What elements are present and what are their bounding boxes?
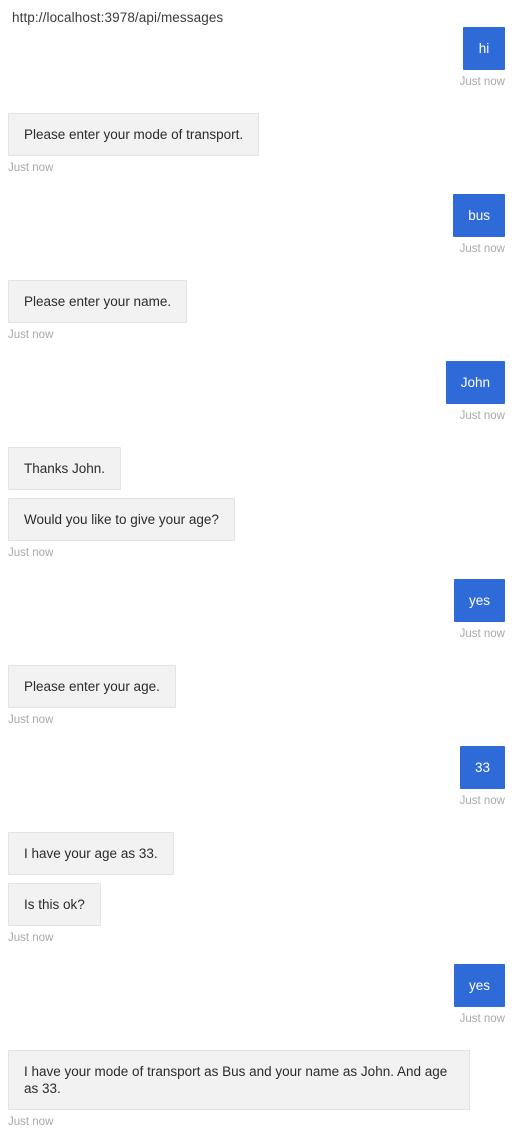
user-message-bubble[interactable]: bus	[453, 194, 505, 237]
endpoint-url-label: http://localhost:3978/api/messages	[12, 10, 224, 25]
bot-message-bubble[interactable]: I have your age as 33.	[8, 832, 174, 875]
bot-message-bubble[interactable]: I have your mode of transport as Bus and…	[8, 1050, 470, 1110]
user-turn: yes Just now	[0, 579, 513, 642]
message-timestamp: Just now	[459, 628, 505, 640]
turn-spacer	[0, 176, 513, 194]
turn-spacer	[0, 809, 513, 832]
bot-message-bubble[interactable]: Would you like to give your age?	[8, 498, 235, 541]
turn-spacer	[0, 343, 513, 361]
bot-turn: I have your age as 33. Is this ok? Just no…	[0, 832, 513, 946]
message-row: Thanks John.	[8, 447, 513, 490]
message-timestamp: Just now	[8, 162, 54, 174]
turn-spacer	[0, 728, 513, 746]
turn-spacer	[0, 1130, 513, 1148]
user-message-bubble[interactable]: yes	[453, 964, 505, 1007]
message-timestamp: Just now	[8, 1116, 54, 1128]
message-timestamp: Just now	[8, 329, 54, 341]
turn-spacer	[0, 1027, 513, 1050]
message-row: John	[0, 361, 505, 404]
message-timestamp: Just now	[8, 547, 54, 559]
message-row: bus	[0, 194, 505, 237]
user-message-bubble[interactable]: yes	[453, 579, 505, 622]
message-row: yes	[0, 964, 505, 1007]
bot-turn: Thanks John. Would you like to give your …	[0, 447, 513, 561]
user-message-bubble[interactable]: hi	[463, 27, 505, 70]
turn-spacer	[0, 946, 513, 964]
turn-spacer	[0, 561, 513, 579]
message-timestamp: Just now	[8, 714, 54, 726]
user-turn: John Just now	[0, 361, 513, 424]
chat-transcript-panel: http://localhost:3978/api/messages hi Jus…	[0, 0, 513, 1148]
message-row: I have your age as 33.	[8, 832, 513, 875]
user-message-bubble[interactable]: John	[445, 361, 505, 404]
user-message-bubble[interactable]: 33	[459, 746, 505, 789]
user-turn: bus Just now	[0, 194, 513, 257]
message-row: Is this ok?	[8, 875, 513, 926]
bot-message-bubble[interactable]: Please enter your mode of transport.	[8, 113, 260, 156]
turn-spacer	[0, 642, 513, 665]
bot-turn: Please enter your mode of transport. Just…	[0, 113, 513, 176]
bot-turn: Please enter your age. Just now	[0, 665, 513, 728]
turn-spacer	[0, 424, 513, 447]
user-turn: 33 Just now	[0, 746, 513, 809]
bot-message-bubble[interactable]: Is this ok?	[8, 883, 101, 926]
message-timestamp: Just now	[459, 76, 505, 88]
message-row: hi	[0, 27, 505, 70]
bot-turn: I have your mode of transport as Bus and…	[0, 1050, 513, 1130]
message-timestamp: Just now	[459, 1013, 505, 1025]
turn-spacer	[0, 257, 513, 280]
bot-message-bubble[interactable]: Thanks John.	[8, 447, 122, 490]
message-row: yes	[0, 579, 505, 622]
message-row: Would you like to give your age?	[8, 490, 513, 541]
turn-spacer	[0, 90, 513, 113]
user-turn: hi Just now	[0, 27, 513, 90]
message-row: Please enter your mode of transport.	[8, 113, 513, 156]
message-timestamp: Just now	[459, 410, 505, 422]
message-timestamp: Just now	[8, 932, 54, 944]
message-row: Please enter your age.	[8, 665, 513, 708]
message-timestamp: Just now	[459, 243, 505, 255]
bot-message-bubble[interactable]: Please enter your age.	[8, 665, 176, 708]
message-row: I have your mode of transport as Bus and…	[8, 1050, 513, 1110]
message-row: Please enter your name.	[8, 280, 513, 323]
user-turn: yes Just now	[0, 964, 513, 1027]
bot-turn: Please enter your name. Just now	[0, 280, 513, 343]
message-row: 33	[0, 746, 505, 789]
bot-message-bubble[interactable]: Please enter your name.	[8, 280, 188, 323]
message-list: hi Just now Please enter your mode of tran…	[0, 27, 513, 1148]
message-timestamp: Just now	[459, 795, 505, 807]
